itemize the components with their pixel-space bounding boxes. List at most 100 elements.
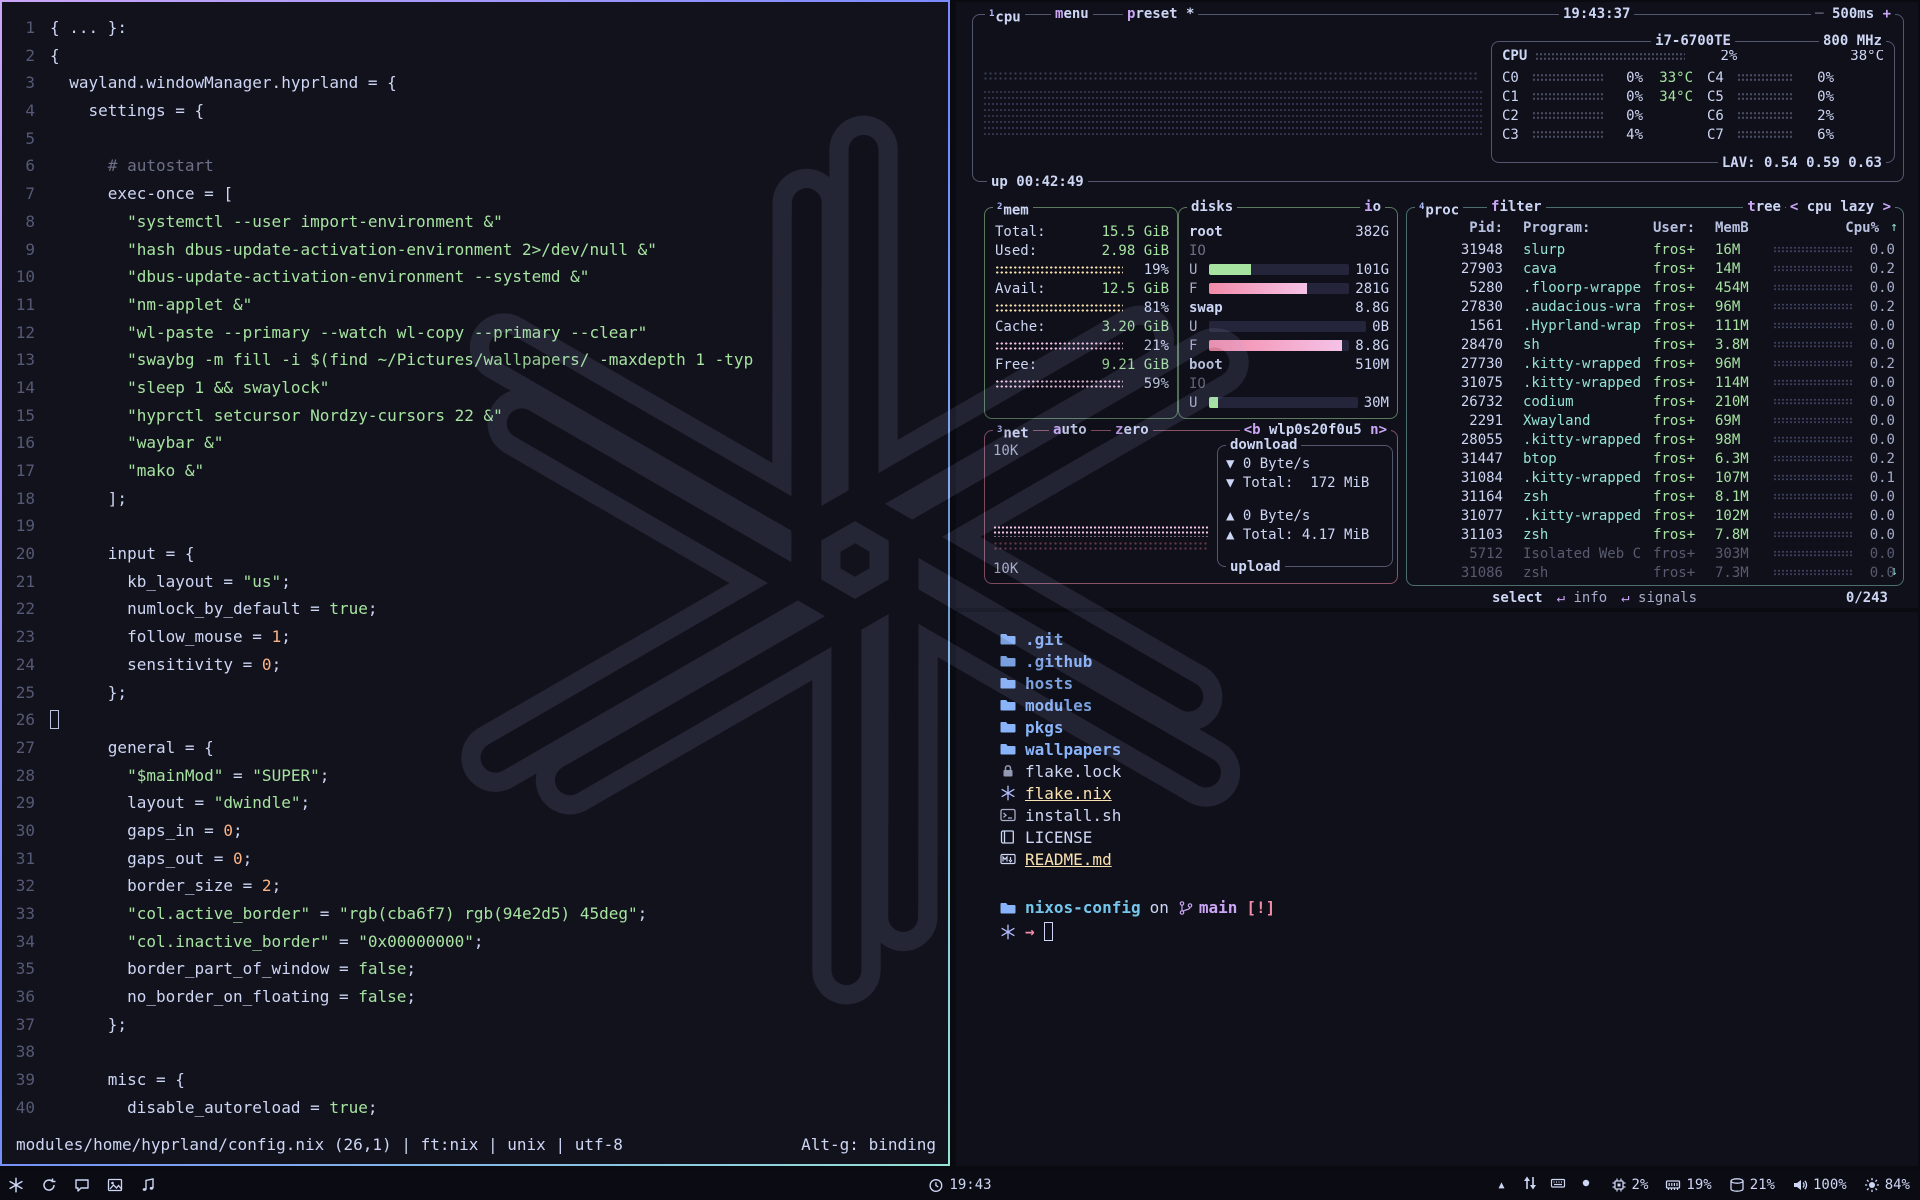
bar-module-volume[interactable]: 100%: [1792, 1177, 1847, 1193]
file-entry: hosts: [1000, 672, 1121, 694]
io-toggle-button[interactable]: io: [1360, 198, 1385, 216]
bar-module-brightness[interactable]: 84%: [1864, 1177, 1910, 1193]
update-interval-control[interactable]: ─ 500ms +: [1811, 5, 1895, 23]
net-auto-button[interactable]: auto: [1049, 421, 1091, 439]
line-number: 36: [2, 983, 50, 1011]
btop-net-box: 3net auto zero <b wlp0s20f0u5 n> 10K 10K…: [984, 430, 1398, 584]
filter-button[interactable]: filter: [1487, 198, 1546, 216]
process-row[interactable]: 5280.floorp-wrappefros+454M0.0: [1415, 278, 1895, 297]
code-text: input = {: [50, 540, 195, 568]
process-row[interactable]: 27730.kitty-wrappedfros+96M0.2: [1415, 354, 1895, 373]
mem-percent: 59%: [1144, 376, 1169, 392]
header-pid[interactable]: Pid:: [1415, 220, 1511, 236]
line-number: 19: [2, 512, 50, 540]
net-zero-button[interactable]: zero: [1111, 421, 1153, 439]
code-text: "mako &": [50, 457, 204, 485]
process-row[interactable]: 2291Xwaylandfros+69M0.0: [1415, 411, 1895, 430]
signals-button[interactable]: ↵ signals: [1621, 590, 1697, 606]
process-row[interactable]: 28055.kitty-wrappedfros+98M0.0: [1415, 430, 1895, 449]
launcher-chat[interactable]: [74, 1177, 90, 1193]
mem-stat-label: Cache:: [995, 319, 1046, 335]
process-row[interactable]: 31075.kitty-wrappedfros+114M0.0: [1415, 373, 1895, 392]
code-text: sensitivity = 0;: [50, 651, 281, 679]
info-button[interactable]: ↵ info: [1557, 590, 1608, 606]
editor-line: 8 "systemctl --user import-environment &…: [2, 208, 948, 236]
bar-module-disk[interactable]: 21%: [1729, 1177, 1775, 1193]
process-row[interactable]: 31077.kitty-wrappedfros+102M0.0: [1415, 506, 1895, 525]
process-row[interactable]: 31084.kitty-wrappedfros+107M0.1: [1415, 468, 1895, 487]
mem-graph-row: 59%: [995, 374, 1169, 393]
editor-lines[interactable]: 1{ ... }:2{3 wayland.windowManager.hyprl…: [2, 14, 948, 1122]
tray-expander-icon[interactable]: ▲: [1499, 1180, 1505, 1191]
mem-percent: 19%: [1144, 262, 1169, 278]
line-number: 37: [2, 1011, 50, 1039]
header-program[interactable]: Program:: [1523, 220, 1653, 236]
core-usage-meter: [1532, 73, 1603, 82]
header-cpu[interactable]: Cpu%: [1845, 220, 1879, 236]
core-percent: 0%: [1800, 70, 1834, 86]
download-label: download: [1226, 436, 1301, 454]
disk-row: F281G: [1189, 279, 1389, 298]
tray-keyboard-icon[interactable]: [1550, 1175, 1566, 1195]
line-number: 4: [2, 97, 50, 125]
process-row[interactable]: 28470shfros+3.8M0.0: [1415, 335, 1895, 354]
net-upload-graph: [993, 541, 1208, 550]
editor-window[interactable]: 1{ ... }:2{3 wayland.windowManager.hyprl…: [0, 0, 950, 1166]
header-user[interactable]: User:: [1653, 220, 1715, 236]
bar-clock-module[interactable]: 19:43: [928, 1170, 991, 1200]
file-list: .git.githubhostsmodulespkgswallpapersfla…: [1000, 628, 1121, 870]
disk-bar-value: 281G: [1355, 281, 1389, 297]
code-text: border_size = 2;: [50, 872, 281, 900]
process-row[interactable]: 31086zshfros+7.3M0.0: [1415, 563, 1895, 582]
bar-module-memory[interactable]: 19%: [1665, 1177, 1711, 1193]
launcher-music[interactable]: [140, 1177, 156, 1193]
line-number: 15: [2, 402, 50, 430]
code-text: gaps_out = 0;: [50, 845, 252, 873]
select-button[interactable]: select: [1492, 590, 1543, 606]
mem-stat-row: Used:2.98 GiB: [995, 241, 1169, 260]
net-scale-bottom: 10K: [993, 561, 1018, 577]
process-row[interactable]: 5712Isolated Web Cfros+303M0.0: [1415, 544, 1895, 563]
shell-input-line[interactable]: →: [1000, 922, 1053, 941]
process-row[interactable]: 27830.audacious-wrafros+96M0.2: [1415, 297, 1895, 316]
process-row[interactable]: 31164zshfros+8.1M0.0: [1415, 487, 1895, 506]
nix-icon: [8, 1177, 24, 1193]
disk-rows: root382GIOU101GF281Gswap8.8GU0BF8.8Gboot…: [1179, 208, 1397, 412]
process-row[interactable]: 31103zshfros+7.8M0.0: [1415, 525, 1895, 544]
process-row[interactable]: 1561.Hyprland-wrapfros+111M0.0: [1415, 316, 1895, 335]
tree-toggle-button[interactable]: tree: [1743, 198, 1785, 216]
scroll-up-icon[interactable]: ↑: [1890, 220, 1898, 235]
code-text: };: [50, 1011, 127, 1039]
process-row[interactable]: 27903cavafros+14M0.2: [1415, 259, 1895, 278]
process-row[interactable]: 31447btopfros+6.3M0.2: [1415, 449, 1895, 468]
launcher-image[interactable]: [107, 1177, 123, 1193]
line-number: 25: [2, 679, 50, 707]
mem-graph: [995, 265, 1123, 275]
disk-bar-label: U: [1189, 319, 1203, 335]
header-memb[interactable]: MemB: [1715, 220, 1767, 236]
process-row[interactable]: 26732codiumfros+210M0.0: [1415, 392, 1895, 411]
mem-stat-row: Free:9.21 GiB: [995, 355, 1169, 374]
launcher-refresh[interactable]: [41, 1177, 57, 1193]
sort-selector[interactable]: < cpu lazy >: [1786, 198, 1895, 216]
cpu-core-row: C34%: [1502, 125, 1693, 144]
terminal-window[interactable]: .git.githubhostsmodulespkgswallpapersfla…: [956, 612, 1918, 1166]
line-number: 39: [2, 1066, 50, 1094]
editor-line: 28 "$mainMod" = "SUPER";: [2, 762, 948, 790]
tray-circle-icon[interactable]: [1578, 1175, 1594, 1195]
menu-button[interactable]: menu: [1051, 5, 1093, 23]
code-text: # autostart: [50, 152, 214, 180]
line-number: 30: [2, 817, 50, 845]
process-row[interactable]: 31948slurpfros+16M0.0: [1415, 240, 1895, 259]
process-cpu-graph: [1773, 550, 1853, 557]
cpu-core-row: C50%: [1693, 87, 1884, 106]
disk-name: boot: [1189, 357, 1223, 373]
disk-bar-label: U: [1189, 262, 1203, 278]
preset-button[interactable]: preset *: [1123, 5, 1198, 23]
bar-module-cpu[interactable]: 2%: [1611, 1177, 1649, 1193]
launcher-nix[interactable]: [8, 1177, 24, 1193]
file-name: README.md: [1025, 850, 1112, 869]
file-name: .github: [1025, 652, 1092, 671]
editor-line: 11 "nm-applet &": [2, 291, 948, 319]
tray-arrows-icon[interactable]: [1522, 1175, 1538, 1195]
